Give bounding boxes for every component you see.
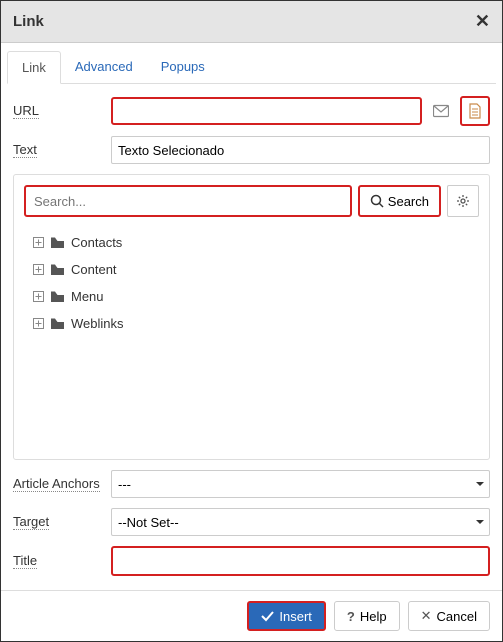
target-label: Target	[13, 514, 49, 530]
tree-item-contacts[interactable]: Contacts	[24, 229, 479, 256]
target-row: Target --Not Set--	[7, 508, 496, 536]
insert-label: Insert	[279, 609, 312, 624]
link-browser: Search Contacts Content	[13, 174, 490, 460]
link-dialog: Link ✕ Link Advanced Popups URL Text	[0, 0, 503, 642]
help-button[interactable]: ? Help	[334, 601, 400, 631]
search-icon	[370, 194, 384, 208]
tree-item-label: Menu	[71, 289, 104, 304]
close-icon: ✕	[475, 11, 490, 31]
expand-icon[interactable]	[32, 237, 44, 249]
title-input[interactable]	[111, 546, 490, 576]
url-row: URL	[7, 96, 496, 126]
tree-item-weblinks[interactable]: Weblinks	[24, 310, 479, 337]
target-select-wrap: --Not Set--	[111, 508, 490, 536]
check-icon	[261, 611, 274, 622]
tree-item-menu[interactable]: Menu	[24, 283, 479, 310]
url-label: URL	[13, 103, 39, 119]
expand-icon[interactable]	[32, 318, 44, 330]
document-icon	[468, 103, 482, 119]
help-label: Help	[360, 609, 387, 624]
tab-link[interactable]: Link	[7, 51, 61, 84]
tab-bar: Link Advanced Popups	[7, 51, 496, 84]
search-button[interactable]: Search	[358, 185, 441, 217]
cancel-button[interactable]: ✕ Cancel	[408, 601, 490, 631]
question-icon: ?	[347, 609, 355, 624]
insert-button[interactable]: Insert	[247, 601, 326, 631]
tree-item-label: Weblinks	[71, 316, 124, 331]
dialog-footer: Insert ? Help ✕ Cancel	[1, 590, 502, 641]
anchors-select[interactable]: ---	[111, 470, 490, 498]
folder-icon	[50, 317, 65, 330]
close-icon: ✕	[421, 608, 432, 624]
dialog-header: Link ✕	[1, 1, 502, 43]
target-select[interactable]: --Not Set--	[111, 508, 490, 536]
text-row: Text	[7, 136, 496, 164]
title-row: Title	[7, 546, 496, 576]
url-input[interactable]	[111, 97, 422, 125]
anchors-label: Article Anchors	[13, 476, 100, 492]
expand-icon[interactable]	[32, 264, 44, 276]
email-button[interactable]	[426, 96, 456, 126]
dialog-title: Link	[13, 13, 44, 30]
dialog-body: Link Advanced Popups URL Text Search	[1, 43, 502, 590]
text-input[interactable]	[111, 136, 490, 164]
tree-item-content[interactable]: Content	[24, 256, 479, 283]
folder-icon	[50, 290, 65, 303]
cancel-label: Cancel	[437, 609, 477, 624]
tree-item-label: Contacts	[71, 235, 122, 250]
expand-icon[interactable]	[32, 291, 44, 303]
envelope-icon	[433, 104, 449, 118]
text-label: Text	[13, 142, 37, 158]
tree: Contacts Content Menu Weblinks	[24, 229, 479, 449]
anchors-row: Article Anchors ---	[7, 470, 496, 498]
folder-icon	[50, 236, 65, 249]
folder-icon	[50, 263, 65, 276]
tab-popups[interactable]: Popups	[147, 51, 219, 83]
title-label: Title	[13, 553, 37, 569]
tab-advanced[interactable]: Advanced	[61, 51, 147, 83]
search-button-label: Search	[388, 194, 429, 209]
close-button[interactable]: ✕	[475, 11, 490, 32]
search-row: Search	[24, 185, 479, 217]
settings-button[interactable]	[447, 185, 479, 217]
anchors-select-wrap: ---	[111, 470, 490, 498]
search-input[interactable]	[24, 185, 352, 217]
browse-button[interactable]	[460, 96, 490, 126]
gear-icon	[456, 194, 470, 208]
tree-item-label: Content	[71, 262, 117, 277]
